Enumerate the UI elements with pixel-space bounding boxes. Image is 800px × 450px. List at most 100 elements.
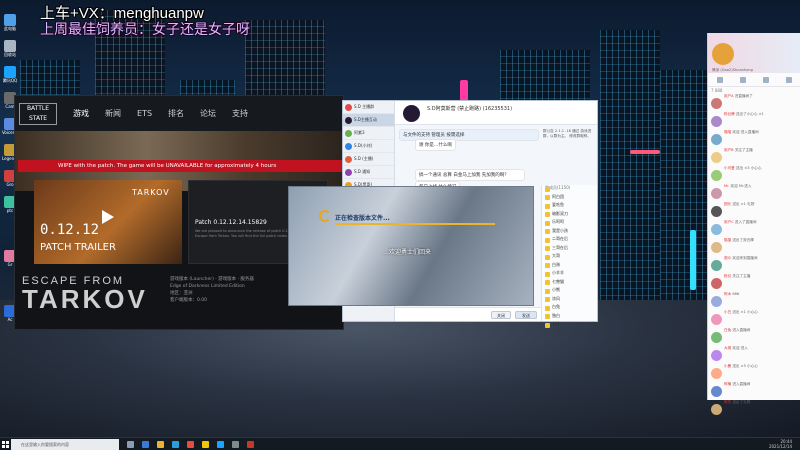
member-item[interactable]: 白兔 [542,304,597,313]
member-item[interactable]: 大哥 [542,253,597,262]
windows-icon [2,440,9,448]
conversation-item[interactable]: S.D (主播) [343,153,394,166]
loading-spinner-icon [319,210,331,222]
chat-message: 谢 你是…什么啊 [415,139,456,151]
chat-line: 阿东 送出了礼物 [708,400,800,418]
game-update-popup: 正在检查版本文件... …欢迎勇士们回来 [288,186,534,306]
group-title: S.D阿莫斯营 (禁止跑路) (16235531) [427,106,513,112]
member-list[interactable]: 群成员(1150) 阿白团 爱吃鱼 暗影双刀 乐呵呵 我是小孩 二哥在后 三哥在… [541,185,597,328]
store-icon[interactable] [172,440,179,448]
chat-line: 粉丝 关注了主播 [708,274,800,292]
avatar [711,188,722,199]
game-logo: ESCAPE FROM TARKOV [22,275,148,314]
settings-icon[interactable] [785,76,792,83]
desktop-icon-qq[interactable]: 腾讯QQ [2,66,18,84]
windows-taskbar: 在这里输入你要搜索的内容 20:44 2021/12/14 [0,437,800,450]
avatar [711,170,722,181]
chat-line: 阿木 666 [708,292,800,310]
member-item[interactable]: 阿白团 [542,194,597,203]
chat-line: 白兔 进入直播间 [708,328,800,346]
close-button[interactable]: 关闭 [491,311,511,319]
system-tray-clock[interactable]: 20:44 2021/12/14 [769,439,792,449]
edition-info: 游戏版本 (Launcher) · 游戏版本 · 服务器 Edge of Dar… [170,277,254,303]
message-input-area[interactable]: 关闭 发送 [395,307,541,321]
task-view-icon[interactable] [127,440,134,448]
computer-icon [4,14,16,26]
nav-support[interactable]: 支持 [232,108,248,119]
conversation-item[interactable]: 阿紫3 [343,127,394,140]
chat-line: 小白 送出 ×1 小心心 [708,310,800,328]
chat-line: 小可爱 送出 ×3 小心心 [708,166,800,184]
conversation-item[interactable]: S.D主播互动 [343,114,394,127]
start-button[interactable] [0,438,11,450]
avatar [345,129,352,137]
app-icon[interactable] [202,440,209,448]
member-item[interactable]: 暗影双刀 [542,211,597,220]
avatar [711,332,722,343]
nav-games[interactable]: 游戏 [73,108,89,119]
app-icon[interactable] [247,440,254,448]
member-item[interactable]: 独白 [542,313,597,322]
chat-line: 粉丝牌 送出了小心心 ×1 [708,112,800,130]
member-item[interactable]: 爱吃鱼 [542,202,597,211]
rank-icon[interactable] [762,76,769,83]
nav-ranking[interactable]: 排名 [168,108,184,119]
member-item[interactable]: 二哥在后 [542,236,597,245]
nav-news[interactable]: 新闻 [105,108,121,119]
desktop-icon-recycle[interactable]: 回收站 [2,40,18,58]
app-icon[interactable] [232,440,239,448]
avatar [345,155,352,163]
member-item[interactable]: 乐呵呵 [542,219,597,228]
member-item[interactable]: 三哥在后 [542,245,597,254]
member-item[interactable]: 我是小孩 [542,228,597,237]
avatar [345,116,352,124]
card-title: PATCH TRAILER [40,242,116,253]
avatar [711,386,722,397]
member-item[interactable]: 七兽猫 [542,279,597,288]
avatar [711,224,722,235]
wipe-alert-banner: WIPE with the patch. The game will be UN… [18,160,344,172]
avatar [711,296,722,307]
card-version: 0.12.12 [40,222,100,238]
member-item[interactable]: 小羊羊 [542,270,597,279]
avatar [711,350,722,361]
avatar [711,134,722,145]
play-icon[interactable] [102,210,114,224]
avatar [345,168,352,176]
qq-icon [4,66,16,78]
folder-icon[interactable] [157,440,164,448]
taskbar-search-input[interactable]: 在这里输入你要搜索的内容 [11,438,119,450]
member-item[interactable]: 卡拉 [542,321,597,330]
nav-forum[interactable]: 论坛 [200,108,216,119]
member-item[interactable]: 小熊 [542,287,597,296]
gift-icon[interactable] [716,76,723,83]
conversation-item[interactable]: S.D 通知 [343,166,394,179]
member-item[interactable]: 凉风 [542,296,597,305]
chat-line: 观众 欢迎来到直播间 [708,256,800,274]
chat-icon[interactable] [739,76,746,83]
chat-message: 搞一个通讯 总算 白金马上加我 先加我的啊？ [415,169,525,181]
update-status-text: 正在检查版本文件... [335,215,390,222]
send-button[interactable]: 发送 [515,311,537,319]
recycle-bin-icon [4,40,16,52]
chat-line: 用户B 关注了主播 [708,148,800,166]
avatar [345,142,352,150]
member-list-header: 群成员(1150) [542,185,597,194]
nav-ets[interactable]: ETS [137,109,152,118]
chat-line: 阿楠 进入直播间 [708,382,800,400]
conversation-item[interactable]: S.D 主播群 [343,101,394,114]
desktop-icon-computer[interactable]: 此电脑 [2,14,18,32]
conversation-item[interactable]: S.D(小刘) [343,140,394,153]
chat-line: 大雄 欢迎 进入 [708,346,800,364]
qq-icon[interactable] [217,440,224,448]
avatar [711,368,722,379]
avatar [711,242,722,253]
chat-line: 小鹿 送出 ×5 小心心 [708,364,800,382]
chat-line: 用户A 进直播间了 [708,94,800,112]
group-avatar [403,105,420,122]
app-icon[interactable] [187,440,194,448]
member-item[interactable]: 白驹 [542,262,597,271]
edge-icon[interactable] [142,440,149,448]
patch-trailer-card[interactable]: TARKOV 0.12.12 PATCH TRAILER [34,180,182,264]
live-chat-panel: 情深 (Gao2)Shuanhong 7 888 用户A 进直播间了 粉丝牌 送… [707,33,800,415]
